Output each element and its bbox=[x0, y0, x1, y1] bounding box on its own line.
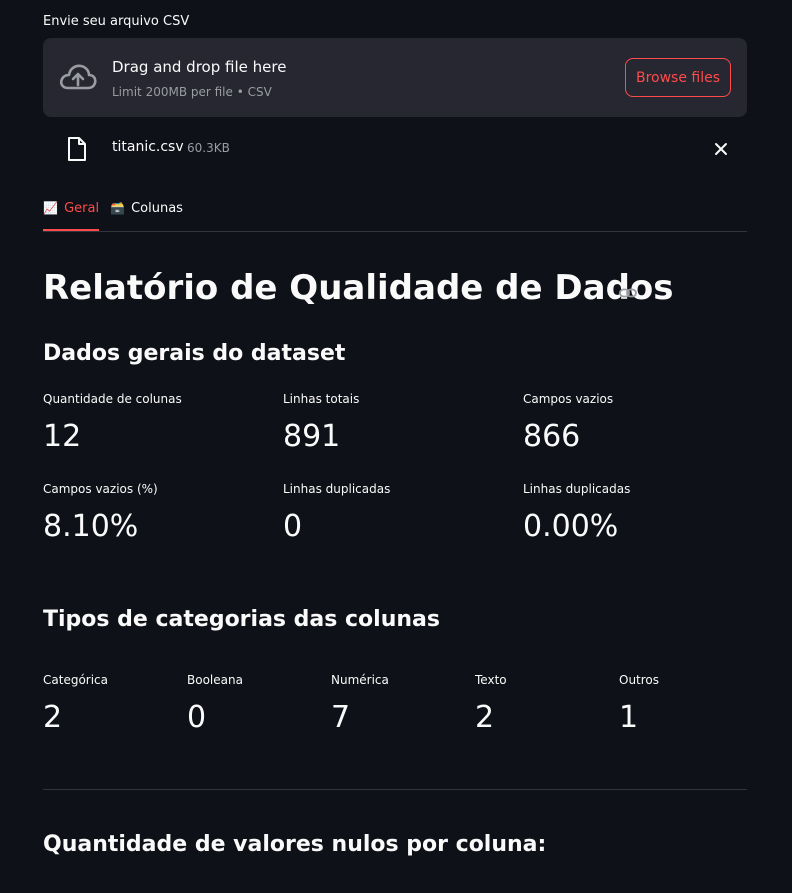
metric-value: 2 bbox=[475, 700, 495, 735]
metric-label: Categórica bbox=[43, 673, 108, 687]
tab-bar: 📈 Geral 🗃️ Colunas bbox=[43, 196, 747, 232]
metric-value: 1 bbox=[619, 700, 639, 735]
metric-value: 0 bbox=[187, 700, 207, 735]
nulls-heading: Quantidade de valores nulos por coluna: bbox=[43, 832, 547, 857]
cloud-upload-icon bbox=[59, 64, 97, 90]
metric-total-rows: Linhas totais 891 bbox=[283, 391, 359, 457]
metric-value: 866 bbox=[523, 419, 581, 454]
metric-label: Texto bbox=[475, 673, 507, 687]
metric-label: Numérica bbox=[331, 673, 389, 687]
metric-label: Campos vazios bbox=[523, 392, 614, 406]
metric-label: Campos vazios (%) bbox=[43, 482, 158, 496]
metric-type-texto: Texto 2 bbox=[475, 672, 507, 738]
tab-colunas-label: Colunas bbox=[131, 201, 183, 216]
metric-label: Quantidade de colunas bbox=[43, 392, 182, 406]
tab-geral-label: Geral bbox=[64, 201, 100, 216]
metric-value: 0.00% bbox=[523, 509, 619, 544]
file-name: titanic.csv bbox=[112, 139, 184, 155]
metric-type-numerica: Numérica 7 bbox=[331, 672, 389, 738]
metric-value: 8.10% bbox=[43, 509, 139, 544]
metric-label: Outros bbox=[619, 673, 660, 687]
metric-type-categorica: Categórica 2 bbox=[43, 672, 108, 738]
metric-value: 7 bbox=[331, 700, 351, 735]
metric-duplicate-rows: Linhas duplicadas 0 bbox=[283, 481, 390, 547]
metric-value: 2 bbox=[43, 700, 63, 735]
page-title: Relatório de Qualidade de Dados bbox=[43, 268, 674, 308]
metric-empty-fields: Campos vazios 866 bbox=[523, 391, 613, 457]
metric-label: Linhas totais bbox=[283, 392, 360, 406]
anchor-link-icon[interactable] bbox=[618, 285, 638, 301]
chart-increasing-icon: 📈 bbox=[43, 201, 58, 215]
metric-empty-fields-percent: Campos vazios (%) 8.10% bbox=[43, 481, 158, 547]
types-heading: Tipos de categorias das colunas bbox=[43, 607, 440, 632]
metric-label: Linhas duplicadas bbox=[523, 482, 631, 496]
metric-column-count: Quantidade de colunas 12 bbox=[43, 391, 182, 457]
metric-value: 891 bbox=[283, 419, 341, 454]
uploader-label: Envie seu arquivo CSV bbox=[43, 14, 190, 29]
browse-files-button[interactable]: Browse files bbox=[625, 58, 731, 97]
dropzone-subtitle: Limit 200MB per file • CSV bbox=[112, 85, 272, 99]
general-heading: Dados gerais do dataset bbox=[43, 341, 346, 366]
tab-geral[interactable]: 📈 Geral bbox=[43, 201, 100, 231]
metric-duplicate-rows-percent: Linhas duplicadas 0.00% bbox=[523, 481, 630, 547]
metric-label: Booleana bbox=[187, 673, 243, 687]
metric-type-booleana: Booleana 0 bbox=[187, 672, 243, 738]
app-page: Envie seu arquivo CSV Drag and drop file… bbox=[0, 0, 792, 893]
uploaded-file-row: titanic.csv 60.3KB bbox=[43, 128, 747, 170]
metric-value: 12 bbox=[43, 419, 82, 454]
dropzone-title: Drag and drop file here bbox=[112, 58, 287, 76]
metric-value: 0 bbox=[283, 509, 303, 544]
file-dropzone[interactable]: Drag and drop file here Limit 200MB per … bbox=[43, 38, 747, 117]
section-divider bbox=[43, 789, 747, 790]
metric-label: Linhas duplicadas bbox=[283, 482, 391, 496]
card-file-box-icon: 🗃️ bbox=[110, 201, 125, 215]
file-size: 60.3KB bbox=[187, 141, 230, 155]
tab-colunas[interactable]: 🗃️ Colunas bbox=[110, 201, 183, 230]
file-icon bbox=[68, 137, 86, 161]
close-icon[interactable] bbox=[711, 139, 731, 159]
metric-type-outros: Outros 1 bbox=[619, 672, 659, 738]
